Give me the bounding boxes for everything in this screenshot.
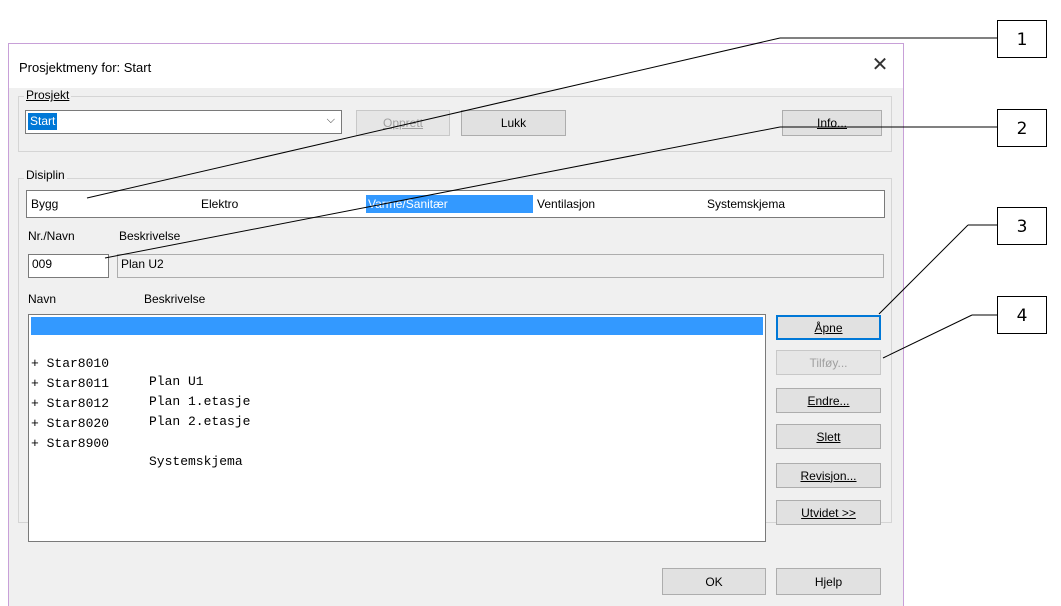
disiplin-item-varme-sanitaer[interactable]: Varme/Sanitær	[366, 195, 533, 213]
beskrivelse-label: Beskrivelse	[119, 229, 181, 243]
close-icon[interactable]: ✕	[865, 52, 895, 78]
title-bar: Prosjektmeny for: Start ✕	[9, 44, 903, 88]
disiplin-item-ventilasjon[interactable]: Ventilasjon	[535, 195, 597, 213]
list-col-navn: Navn	[28, 292, 57, 306]
slett-button[interactable]: Slett	[776, 424, 881, 449]
drawing-list[interactable]: + Star8009 Plan U2 + Star8010 Plan U1 + …	[28, 314, 766, 542]
list-item[interactable]: + Star8011 Plan 1.etasje	[31, 357, 763, 409]
list-col-beskrivelse: Beskrivelse	[144, 292, 206, 306]
opprett-button[interactable]: Opprett	[356, 110, 450, 136]
apne-button[interactable]: Åpne	[776, 315, 881, 340]
window-title: Prosjektmeny for: Start	[19, 60, 152, 75]
callout-1: 1	[997, 20, 1047, 58]
chevron-down-icon[interactable]: ⌵	[327, 114, 335, 127]
project-menu-dialog: Prosjektmeny for: Start ✕ Prosjekt Start…	[8, 43, 904, 606]
utvidet-button[interactable]: Utvidet >>	[776, 500, 881, 525]
nr-navn-field[interactable]: 009	[28, 254, 109, 278]
disiplin-item-elektro[interactable]: Elektro	[199, 195, 240, 213]
project-combo[interactable]: Start ⌵	[25, 110, 342, 134]
ok-button[interactable]: OK	[662, 568, 766, 595]
list-item[interactable]: + Star8012 Plan 2.etasje	[31, 377, 763, 429]
revisjon-button[interactable]: Revisjon...	[776, 463, 881, 488]
hjelp-button[interactable]: Hjelp	[776, 568, 881, 595]
callout-2: 2	[997, 109, 1047, 147]
disiplin-group-label: Disiplin	[24, 168, 67, 182]
disiplin-bar: Bygg Elektro Varme/Sanitær Ventilasjon S…	[26, 190, 885, 218]
list-item[interactable]: + Star8020	[31, 397, 763, 431]
list-item[interactable]: + Star8009 Plan U2	[31, 317, 763, 369]
project-combo-value: Start	[28, 113, 58, 130]
endre-button[interactable]: Endre...	[776, 388, 881, 413]
prosjekt-group-label: Prosjekt	[24, 88, 72, 102]
list-item[interactable]: + Star8900 Systemskjema	[31, 417, 763, 469]
callout-4: 4	[997, 296, 1047, 334]
disiplin-item-bygg[interactable]: Bygg	[29, 195, 60, 213]
nr-navn-label: Nr./Navn	[28, 229, 75, 243]
lukk-button[interactable]: Lukk	[461, 110, 566, 136]
callout-3: 3	[997, 207, 1047, 245]
beskrivelse-field: Plan U2	[117, 254, 884, 278]
disiplin-item-systemskjema[interactable]: Systemskjema	[705, 195, 787, 213]
list-item[interactable]: + Star8010 Plan U1	[31, 337, 763, 389]
info-button[interactable]: Info...	[782, 110, 882, 136]
tilfoy-button[interactable]: Tilføy...	[776, 350, 881, 375]
